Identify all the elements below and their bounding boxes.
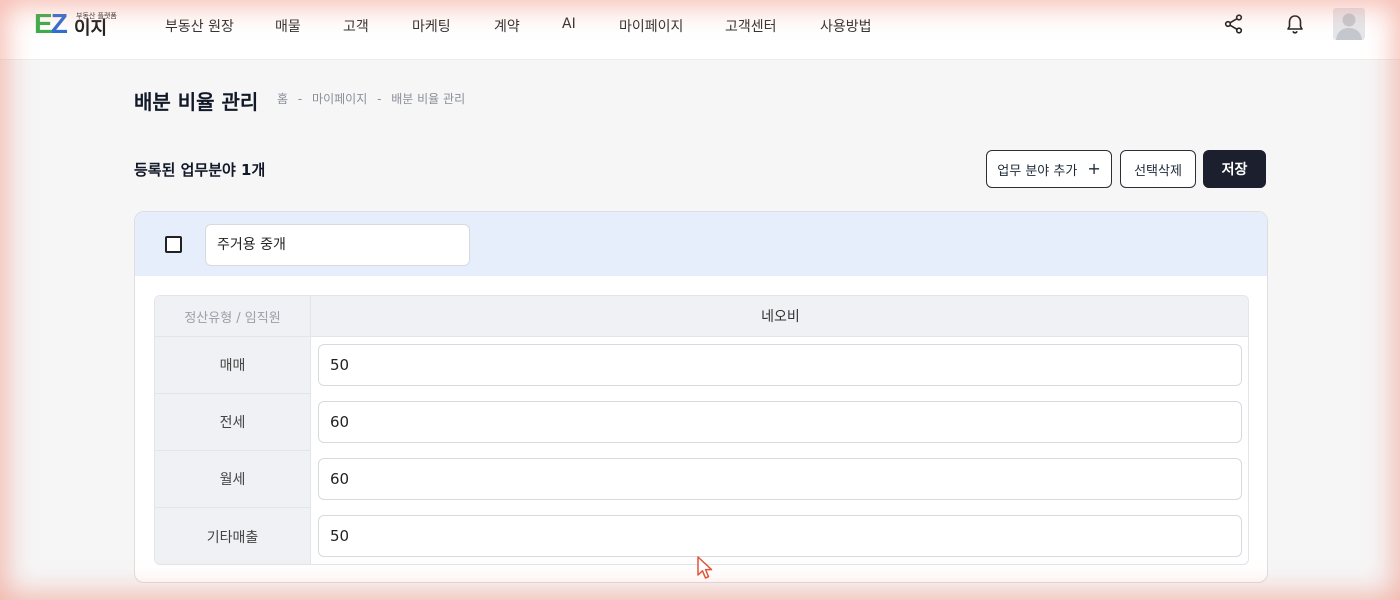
- breadcrumb-mypage[interactable]: 마이페이지: [312, 92, 367, 106]
- avatar[interactable]: [1333, 8, 1365, 40]
- breadcrumb: 홈 - 마이페이지 - 배분 비율 관리: [277, 90, 471, 107]
- row-label-jeonse: 전세: [155, 394, 311, 451]
- save-button[interactable]: 저장: [1203, 150, 1266, 188]
- field-name-input[interactable]: 주거용 중개: [205, 224, 470, 266]
- row-label-other-sales: 기타매출: [155, 508, 311, 564]
- ratio-input-jeonse[interactable]: 60: [318, 401, 1242, 443]
- ratio-input-sale[interactable]: 50: [318, 344, 1242, 386]
- column-header-type: 정산유형 / 임직원: [155, 296, 311, 337]
- nav-item-contracts[interactable]: 계약: [494, 16, 520, 36]
- ratio-input-other-sales[interactable]: 50: [318, 515, 1242, 557]
- nav-item-mypage[interactable]: 마이페이지: [619, 16, 683, 36]
- bell-icon[interactable]: [1284, 13, 1306, 35]
- plus-icon: +: [1087, 159, 1101, 178]
- delete-selected-label: 선택삭제: [1134, 163, 1182, 179]
- nav-item-ai[interactable]: AI: [562, 16, 576, 32]
- nav-item-support[interactable]: 고객센터: [725, 16, 777, 36]
- nav-item-listings[interactable]: 매물: [275, 16, 301, 36]
- ratio-input-monthly-rent[interactable]: 60: [318, 458, 1242, 500]
- share-icon[interactable]: [1223, 13, 1245, 35]
- card-header: 주거용 중개: [135, 212, 1267, 276]
- delete-selected-button[interactable]: 선택삭제: [1120, 150, 1196, 188]
- column-header-staff: 네오비: [311, 296, 1248, 337]
- ratio-table: 정산유형 / 임직원 네오비 매매 50 전세 60 월세 60 기타매출 50: [154, 295, 1249, 565]
- nav-item-customers[interactable]: 고객: [343, 16, 369, 36]
- breadcrumb-separator: -: [377, 92, 382, 106]
- breadcrumb-current: 배분 비율 관리: [391, 92, 466, 106]
- add-field-label: 업무 분야 추가: [997, 163, 1078, 179]
- business-field-card: 주거용 중개 정산유형 / 임직원 네오비 매매 50 전세 60 월세 60 …: [134, 211, 1268, 583]
- page-title: 배분 비율 관리: [134, 90, 259, 114]
- row-label-monthly-rent: 월세: [155, 451, 311, 508]
- avatar-icon: [1336, 13, 1362, 40]
- logo[interactable]: EZ 부동산 플랫폼 이지: [34, 8, 117, 44]
- registered-count-label: 등록된 업무분야 1개: [134, 161, 266, 179]
- nav-item-guide[interactable]: 사용방법: [820, 16, 872, 36]
- select-checkbox[interactable]: [165, 236, 182, 253]
- breadcrumb-separator: -: [297, 92, 303, 106]
- breadcrumb-home[interactable]: 홈: [277, 92, 288, 106]
- row-label-sale: 매매: [155, 337, 311, 394]
- logo-mark: EZ: [34, 8, 68, 39]
- top-header: EZ 부동산 플랫폼 이지 부동산 원장 매물 고객 마케팅 계약 AI 마이페…: [0, 0, 1400, 60]
- save-label: 저장: [1221, 162, 1248, 178]
- nav-item-ledger[interactable]: 부동산 원장: [165, 16, 234, 36]
- nav-item-marketing[interactable]: 마케팅: [412, 16, 451, 36]
- mouse-cursor-icon: [697, 556, 713, 579]
- logo-text: 이지: [74, 18, 108, 39]
- add-field-button[interactable]: 업무 분야 추가 +: [986, 150, 1112, 188]
